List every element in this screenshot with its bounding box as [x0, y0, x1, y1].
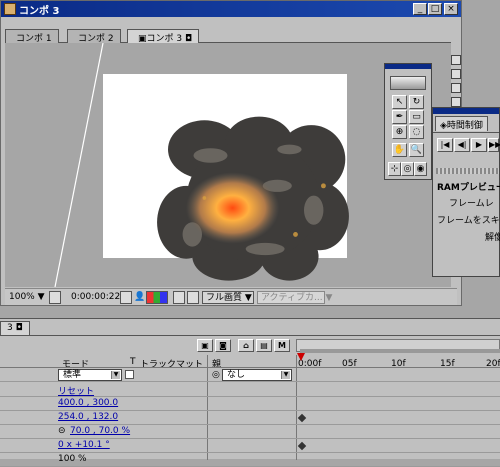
play-button[interactable]: ▶: [471, 138, 487, 152]
snapshot-icon[interactable]: [120, 291, 132, 304]
shy-icon[interactable]: ⌂: [238, 339, 254, 352]
tab-label: 3: [7, 323, 13, 333]
tab-divider: [433, 132, 499, 133]
position-row: 254.0 , 132.0: [0, 411, 500, 425]
safe-zone-icon[interactable]: [451, 55, 461, 65]
scale-row: ⊝ 70.0 , 70.0 %: [0, 425, 500, 439]
frame-blend-icon[interactable]: ▤: [256, 339, 272, 352]
pen-icon[interactable]: ✒: [392, 110, 407, 124]
mask-oval-icon[interactable]: ◌: [409, 125, 424, 139]
grid-icon[interactable]: [451, 69, 461, 79]
reset-link[interactable]: リセット: [58, 384, 94, 397]
parent-dropdown[interactable]: なし ▼: [222, 369, 292, 381]
tools-palette: ↖ ↻ ✒ ▭ ⊕ ◌ ✋ 🔍 ⊹ ◎ ◉: [384, 63, 432, 180]
rotation-row: 0 x +10.1 °: [0, 439, 500, 453]
comp-bottom-bar: 100% ▼ 0:00:00:22 👤 フル画質 ▼ アクティブカ... ▼: [5, 288, 457, 305]
anchor-point-value[interactable]: 400.0 , 300.0: [58, 398, 118, 408]
next-frame-button[interactable]: ▶▶: [488, 138, 500, 152]
rotate-icon[interactable]: ↻: [409, 95, 424, 109]
camera-dropdown[interactable]: アクティブカ... ▼: [257, 291, 332, 304]
keyframe[interactable]: [297, 413, 307, 423]
resolution-label: 解像: [485, 233, 500, 243]
guides-icon[interactable]: [451, 97, 461, 107]
mode-value: 標準: [63, 370, 82, 380]
layer-row: 標準 ▼ ◎ なし ▼: [0, 368, 500, 382]
opacity-value[interactable]: 100 %: [58, 454, 87, 464]
resolution-dropdown[interactable]: フル画質 ▼: [202, 291, 254, 304]
rotation-value[interactable]: 0 x +10.1 °: [58, 440, 110, 450]
channels-icon[interactable]: [146, 291, 168, 304]
motion-blur-button[interactable]: M: [274, 339, 290, 352]
selection-arrow-icon[interactable]: ↖: [392, 95, 407, 109]
parent-pickwhip-icon[interactable]: ◎: [212, 370, 220, 380]
position-value[interactable]: 254.0 , 132.0: [58, 412, 118, 422]
first-frame-button[interactable]: |◀: [437, 138, 453, 152]
safe-margins-icon[interactable]: [49, 291, 61, 304]
comp-tabs: コンポ 1 コンポ 2 ▣コンポ 3 ◘: [5, 29, 457, 44]
pan-behind-icon[interactable]: ⊕: [392, 125, 407, 139]
tab-comp-3[interactable]: ▣コンポ 3 ◘: [127, 29, 200, 44]
tab-comp-1[interactable]: コンポ 1: [5, 29, 59, 44]
column-t: T: [130, 357, 136, 367]
track-icon[interactable]: ◉: [414, 162, 427, 176]
opacity-row: 100 %: [0, 453, 500, 467]
skip-frames-label: フレームをスキ: [437, 216, 500, 226]
tab-comp-2[interactable]: コンポ 2: [67, 29, 121, 44]
keyframe[interactable]: [297, 441, 307, 451]
zoom-value: 100%: [9, 292, 35, 302]
composite-icon[interactable]: ▣: [197, 339, 213, 352]
tab-timeline[interactable]: 3 ◘: [0, 321, 30, 335]
timeline-window: 3 ◘ ▣ ◙ ⌂ ▤ M モード T トラックマット 親 0:00f 05f …: [0, 318, 500, 467]
hand-icon[interactable]: ✋: [392, 143, 407, 157]
audio-toggles[interactable]: [436, 168, 499, 174]
chevron-down-icon: ▼: [37, 292, 45, 302]
timecode[interactable]: 0:00:00:22: [71, 291, 120, 304]
scale-value[interactable]: 70.0 , 70.0 %: [70, 426, 130, 436]
transform-3d-icon[interactable]: ⊹: [388, 162, 401, 176]
ram-preview-label: RAMプレビュー: [437, 183, 500, 193]
anchor-row: 400.0 , 300.0: [0, 397, 500, 411]
tab-close-icon[interactable]: ◘: [16, 323, 23, 333]
comp-titlebar[interactable]: コンポ 3 _ □ ×: [1, 1, 461, 17]
tab-label: 時間制御: [446, 121, 483, 131]
link-icon[interactable]: ⊝: [58, 426, 66, 436]
prev-frame-button[interactable]: ◀|: [454, 138, 470, 152]
mask-rect-icon[interactable]: ▭: [409, 110, 424, 124]
smoke-explosion-image: [157, 116, 349, 281]
zoom-dropdown[interactable]: 100% ▼: [9, 291, 47, 304]
tab-divider: [0, 335, 500, 336]
mask-icon[interactable]: ◙: [215, 339, 231, 352]
preserve-transparency-checkbox[interactable]: [125, 370, 134, 379]
panel-icon: ◈: [440, 121, 447, 131]
chevron-down-icon: ▼: [281, 371, 290, 379]
show-snapshot-icon[interactable]: 👤: [134, 291, 145, 304]
zoom-icon[interactable]: 🔍: [409, 143, 424, 157]
mode-dropdown[interactable]: 標準 ▼: [58, 369, 122, 381]
comp-window-title: コンポ 3: [19, 6, 60, 17]
tools-titlebar[interactable]: [385, 64, 431, 69]
tab-time-control[interactable]: ◈時間制御: [435, 116, 488, 131]
camera-value: アクティブカ...: [261, 293, 323, 303]
resolution-value: フル画質: [206, 293, 243, 303]
close-button[interactable]: ×: [444, 3, 458, 15]
rulers-icon[interactable]: [451, 83, 461, 93]
frame-rate-label: フレームレ: [449, 199, 494, 209]
time-control-panel: ◈時間制御 |◀ ◀| ▶ ▶▶ RAMプレビュー フレームレ フレームをスキ …: [432, 107, 500, 277]
work-area-bar[interactable]: [300, 349, 500, 353]
parent-value: なし: [227, 370, 246, 380]
orbit-icon[interactable]: ◎: [401, 162, 414, 176]
maximize-button[interactable]: □: [428, 3, 442, 15]
time-control-titlebar[interactable]: [433, 108, 499, 114]
app-icon: [4, 3, 16, 15]
reset-row: リセット: [0, 383, 500, 397]
chevron-down-icon: ▼: [111, 371, 120, 379]
transparency-grid-icon[interactable]: [187, 291, 199, 304]
region-of-interest-icon[interactable]: [173, 291, 185, 304]
minimize-button[interactable]: _: [413, 3, 427, 15]
tools-header-icon: [390, 76, 426, 90]
